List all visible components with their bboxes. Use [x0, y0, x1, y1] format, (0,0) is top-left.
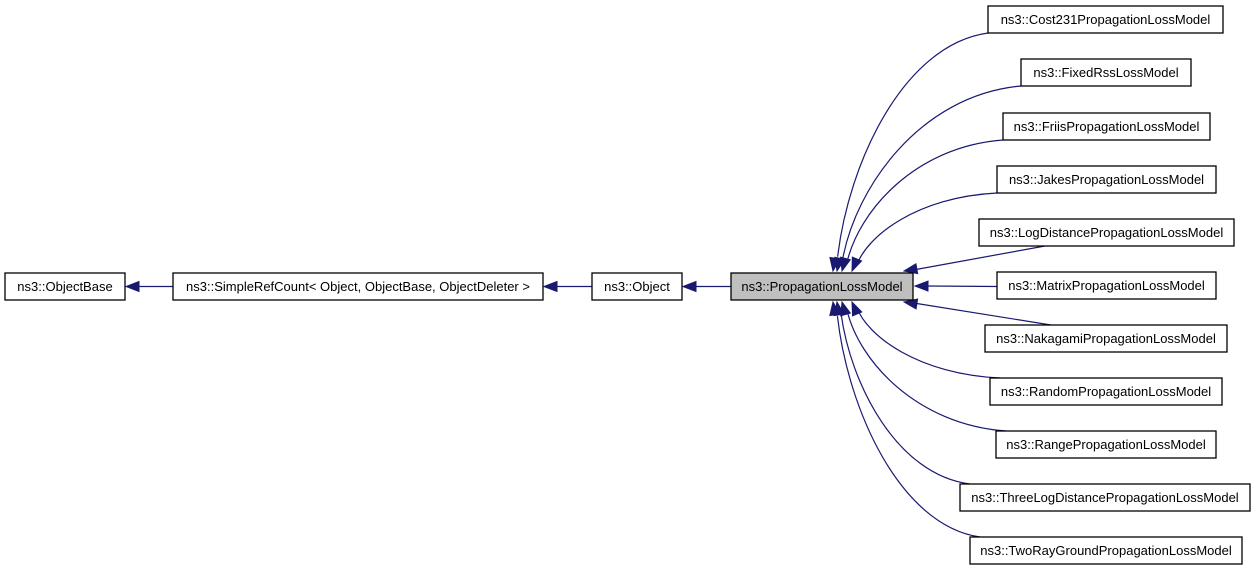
arrowhead	[124, 280, 140, 293]
class-label[interactable]: ns3::JakesPropagationLossModel	[1009, 172, 1204, 187]
class-label[interactable]: ns3::MatrixPropagationLossModel	[1008, 278, 1205, 293]
edge-line	[915, 245, 1046, 271]
class-node-friis[interactable]: ns3::FriisPropagationLossModel	[1002, 112, 1211, 141]
edge-object-to-simplerefcount	[542, 280, 592, 293]
class-node-random[interactable]: ns3::RandomPropagationLossModel	[989, 377, 1223, 406]
class-label[interactable]: ns3::RangePropagationLossModel	[1006, 437, 1206, 452]
edge-matrix-to-propagationlossmodel	[913, 280, 998, 292]
edge-propagationlossmodel-to-object	[681, 280, 731, 293]
arrowhead	[902, 263, 919, 275]
edge-line	[837, 32, 989, 257]
edge-line	[915, 302, 1052, 326]
class-label[interactable]: ns3::PropagationLossModel	[741, 279, 902, 294]
edge-line	[840, 312, 971, 485]
arrowhead	[913, 280, 929, 292]
class-node-matrix[interactable]: ns3::MatrixPropagationLossModel	[996, 271, 1217, 300]
class-node-object[interactable]: ns3::Object	[591, 272, 683, 301]
class-label[interactable]: ns3::RandomPropagationLossModel	[1001, 384, 1211, 399]
class-node-simplerefcount[interactable]: ns3::SimpleRefCount< Object, ObjectBase,…	[172, 272, 544, 301]
edge-simplerefcount-to-objectbase	[124, 280, 173, 293]
inheritance-diagram: ns3::ObjectBase ns3::SimpleRefCount< Obje…	[4, 5, 1251, 565]
class-label[interactable]: ns3::NakagamiPropagationLossModel	[996, 331, 1216, 346]
class-label[interactable]: ns3::SimpleRefCount< Object, ObjectBase,…	[186, 279, 530, 294]
class-node-threelogdistance[interactable]: ns3::ThreeLogDistancePropagationLossMode…	[959, 483, 1251, 512]
class-label[interactable]: ns3::Object	[604, 279, 670, 294]
arrowhead	[542, 280, 558, 293]
class-node-jakes[interactable]: ns3::JakesPropagationLossModel	[996, 165, 1217, 194]
class-node-objectbase[interactable]: ns3::ObjectBase	[4, 272, 126, 301]
edge-range-to-propagationlossmodel	[840, 300, 1007, 432]
edge-line	[836, 316, 981, 538]
class-label[interactable]: ns3::Cost231PropagationLossModel	[1001, 12, 1211, 27]
arrowhead	[681, 280, 697, 293]
edge-cost231-to-propagationlossmodel	[829, 32, 989, 273]
nodes-layer: ns3::ObjectBase ns3::SimpleRefCount< Obje…	[4, 5, 1251, 565]
class-label[interactable]: ns3::FriisPropagationLossModel	[1014, 119, 1200, 134]
edge-logdistance-to-propagationlossmodel	[902, 245, 1046, 275]
edge-friis-to-propagationlossmodel	[840, 139, 1004, 273]
class-node-cost231[interactable]: ns3::Cost231PropagationLossModel	[987, 5, 1224, 34]
class-node-tworayground[interactable]: ns3::TwoRayGroundPropagationLossModel	[969, 536, 1243, 565]
arrowhead	[851, 256, 863, 273]
class-node-range[interactable]: ns3::RangePropagationLossModel	[995, 430, 1217, 459]
class-label[interactable]: ns3::ThreeLogDistancePropagationLossMode…	[971, 490, 1239, 505]
edge-tworayground-to-propagationlossmodel	[829, 300, 981, 538]
edge-nakagami-to-propagationlossmodel	[902, 298, 1052, 326]
class-node-propagationlossmodel[interactable]: ns3::PropagationLossModel	[730, 272, 914, 301]
class-node-logdistance[interactable]: ns3::LogDistancePropagationLossModel	[978, 218, 1235, 247]
class-node-nakagami[interactable]: ns3::NakagamiPropagationLossModel	[984, 324, 1228, 353]
class-label[interactable]: ns3::FixedRssLossModel	[1033, 65, 1178, 80]
class-node-fixedrss[interactable]: ns3::FixedRssLossModel	[1020, 58, 1192, 87]
class-label[interactable]: ns3::LogDistancePropagationLossModel	[990, 225, 1224, 240]
class-label[interactable]: ns3::TwoRayGroundPropagationLossModel	[980, 543, 1232, 558]
arrowhead	[840, 256, 852, 273]
class-label[interactable]: ns3::ObjectBase	[17, 279, 112, 294]
